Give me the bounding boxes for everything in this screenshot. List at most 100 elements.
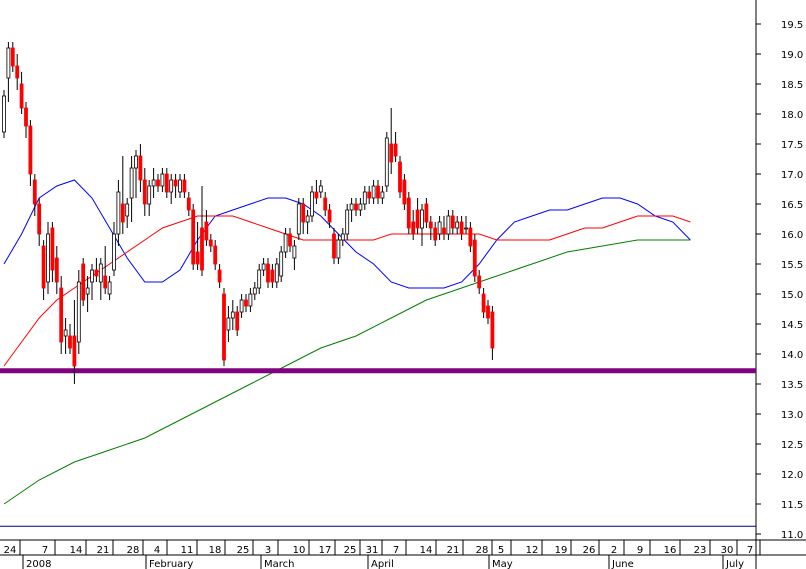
candle	[169, 174, 174, 204]
candle-body	[323, 197, 328, 211]
candle	[98, 258, 103, 300]
candle-body	[459, 221, 464, 235]
candle	[125, 198, 130, 228]
candle-body	[90, 269, 94, 283]
candle-body	[24, 107, 28, 127]
candle-body	[340, 233, 345, 241]
candle	[129, 156, 134, 222]
candle-body	[76, 281, 81, 343]
candle	[147, 180, 152, 216]
candle	[288, 228, 292, 252]
candle	[283, 228, 288, 258]
candle-body	[217, 269, 222, 283]
candle-body	[213, 245, 218, 265]
candle	[90, 264, 94, 300]
y-axis: 11.0 11.5 12.0 12.5 13.0 13.5 14.0 14.5 15.0 15.5…	[756, 20, 803, 541]
candle-body	[270, 269, 275, 283]
candle	[50, 222, 55, 282]
candle	[323, 192, 328, 216]
candle-body	[50, 227, 55, 271]
candle	[406, 192, 411, 234]
candle-body	[367, 191, 372, 199]
candle	[19, 72, 24, 114]
candle-body	[420, 209, 424, 229]
y-tick-label: 17.5	[781, 140, 803, 151]
candle-body	[384, 137, 389, 187]
candle-body	[314, 191, 319, 199]
candle-body	[54, 257, 59, 283]
candle-body	[345, 209, 350, 235]
candle	[151, 168, 156, 198]
candle-body	[252, 287, 257, 295]
candle	[420, 204, 424, 246]
candle-body	[296, 203, 301, 235]
candle-body	[371, 185, 376, 199]
candle-body	[442, 227, 446, 235]
candle	[120, 156, 125, 234]
candle-body	[125, 203, 130, 217]
candle-body	[81, 263, 86, 301]
candle-body	[200, 227, 204, 271]
x-day-label: 9	[637, 545, 643, 556]
candle-body	[472, 239, 477, 277]
candle	[164, 168, 169, 198]
candle-body	[437, 221, 442, 235]
candle	[424, 198, 429, 228]
candle	[310, 186, 314, 222]
y-tick-label: 16.0	[781, 230, 803, 241]
candle	[292, 240, 297, 270]
x-day-label: 23	[694, 545, 707, 556]
plot-frame	[0, 0, 806, 569]
candle	[415, 198, 420, 234]
candle	[235, 306, 240, 336]
candle	[274, 258, 279, 288]
candle-body	[59, 287, 64, 343]
candle	[332, 228, 336, 264]
candle-body	[230, 311, 235, 319]
candle-body	[226, 317, 231, 331]
candle	[186, 192, 191, 216]
x-day-label: 18	[209, 545, 222, 556]
candle-body	[169, 179, 174, 193]
candle-body	[138, 155, 143, 181]
candle	[2, 90, 6, 138]
candle-body	[178, 179, 182, 193]
candle	[103, 246, 108, 294]
candle-body	[261, 263, 266, 271]
x-month-label: July	[725, 559, 744, 569]
candle	[266, 258, 270, 288]
candle	[24, 102, 28, 138]
candle	[371, 180, 376, 204]
candle	[380, 186, 385, 204]
candle-body	[68, 335, 72, 349]
candle-body	[156, 179, 160, 187]
x-day-label: 26	[583, 545, 596, 556]
candle-body	[28, 125, 33, 175]
candle	[222, 288, 226, 366]
candle-body	[10, 47, 15, 67]
candle	[230, 300, 235, 330]
y-tick-label: 16.5	[781, 200, 803, 211]
candle-body	[120, 203, 125, 223]
y-tick-label: 15.5	[781, 260, 803, 271]
x-day-label: 7	[42, 545, 48, 556]
candle-body	[415, 209, 420, 229]
candle	[138, 144, 143, 192]
candle-body	[204, 221, 209, 241]
x-day-label: 28	[476, 545, 489, 556]
candle	[85, 276, 90, 312]
candle	[200, 186, 204, 276]
candle	[63, 318, 68, 354]
candle	[433, 222, 438, 246]
candle	[156, 174, 160, 192]
candle-body	[6, 47, 11, 79]
candle-body	[376, 185, 380, 199]
x-day-label: 31	[366, 545, 379, 556]
candlesticks	[2, 42, 495, 384]
x-month-label: June	[611, 559, 634, 569]
y-tick-label: 13.0	[781, 410, 803, 421]
candle-body	[15, 65, 20, 79]
candle-body	[450, 215, 455, 229]
candle	[213, 240, 218, 270]
candle	[107, 276, 112, 300]
